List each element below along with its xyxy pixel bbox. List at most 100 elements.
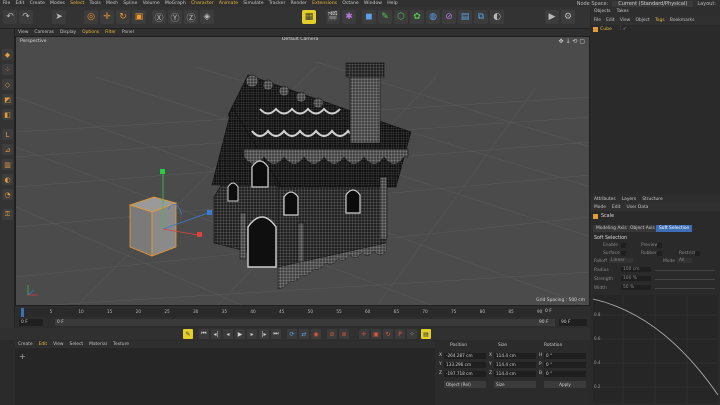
go-to-end-icon[interactable]: ⏭: [271, 329, 281, 339]
restrict-checkbox[interactable]: [695, 251, 700, 256]
menu-volume[interactable]: Volume: [140, 1, 162, 6]
key-selection-icon[interactable]: ⊛: [339, 329, 349, 339]
material-area[interactable]: +: [15, 348, 435, 405]
edges-mode-icon[interactable]: ◇: [2, 79, 13, 90]
go-to-start-icon[interactable]: ⏮: [199, 329, 209, 339]
radius-slider[interactable]: [655, 270, 715, 271]
viewport-menu-view[interactable]: View: [15, 30, 31, 35]
add-material-icon[interactable]: +: [19, 352, 26, 361]
camera-icon[interactable]: ⧉: [474, 10, 488, 24]
x-axis-icon[interactable]: Ⓧ: [152, 10, 166, 24]
subdivision-icon[interactable]: ⬡: [394, 10, 408, 24]
viewport[interactable]: Perspective Default Camera Grid Spacing …: [15, 36, 590, 306]
attribute-menu-edit[interactable]: Edit: [609, 205, 624, 210]
viewport-menu-panel[interactable]: Panel: [119, 30, 137, 35]
coord-size-select[interactable]: Size: [494, 381, 536, 388]
render-settings-icon[interactable]: ⚙: [561, 10, 575, 24]
loop-icon[interactable]: ⟳: [287, 329, 297, 339]
scale-key-icon[interactable]: ▣: [371, 329, 381, 339]
enable-axis-icon[interactable]: L: [2, 129, 13, 140]
menu-animate[interactable]: Animate: [216, 1, 240, 6]
menu-create[interactable]: Create: [27, 1, 47, 6]
snap-icon[interactable]: ⊿: [2, 144, 13, 155]
menu-select[interactable]: Select: [68, 1, 87, 6]
menu-mesh[interactable]: Mesh: [103, 1, 120, 6]
pos-z-field[interactable]: -197.718 cm: [444, 371, 486, 377]
material-menu-texture[interactable]: Texture: [110, 342, 132, 347]
strength-slider[interactable]: [655, 279, 715, 280]
menu-edit[interactable]: Edit: [13, 1, 27, 6]
menu-simulate[interactable]: Simulate: [241, 1, 267, 6]
viewport-nav-icons[interactable]: ✥ ↓ ⟲ ▢: [559, 38, 585, 45]
object-menu-object[interactable]: Object: [633, 18, 653, 23]
menu-help[interactable]: Help: [385, 1, 401, 6]
menu-tracker[interactable]: Tracker: [266, 1, 288, 6]
render-view-icon[interactable]: 🎬: [326, 10, 340, 24]
previous-frame-icon[interactable]: ◂: [223, 329, 233, 339]
menu-tools[interactable]: Tools: [87, 1, 104, 6]
scale-icon[interactable]: ▣: [132, 10, 146, 24]
menu-render[interactable]: Render: [288, 1, 310, 6]
preview-checkbox[interactable]: [657, 243, 662, 248]
light-icon[interactable]: ◐: [490, 10, 504, 24]
timeline-window-icon[interactable]: ▤: [421, 329, 431, 339]
object-menu-file[interactable]: File: [591, 18, 604, 23]
tab-structure[interactable]: Structure: [639, 197, 665, 202]
surface-checkbox[interactable]: [621, 251, 626, 256]
render-icon[interactable]: ✱: [342, 10, 356, 24]
layout-label[interactable]: Layout:: [697, 1, 716, 7]
cloner-icon[interactable]: ✿: [410, 10, 424, 24]
rot-h-field[interactable]: 0 °: [544, 353, 586, 359]
radius-field[interactable]: 100 cm: [621, 267, 651, 272]
preview-range[interactable]: 0 F: [55, 319, 555, 326]
size-x-field[interactable]: 114.4 cm: [494, 353, 536, 359]
rotation-key-icon[interactable]: ↻: [383, 329, 393, 339]
tab-layers[interactable]: Layers: [619, 197, 640, 202]
viewport-solo-icon[interactable]: ◔: [2, 189, 13, 200]
select-rect-icon[interactable]: ◎: [84, 10, 98, 24]
subtab-soft-selection[interactable]: Soft Selection: [656, 225, 693, 232]
menu-file[interactable]: File: [0, 1, 13, 6]
tab-objects[interactable]: Objects: [591, 9, 614, 14]
object-name[interactable]: Cube: [600, 27, 612, 32]
lock-icon[interactable]: ⚿: [2, 209, 13, 220]
point-level-icon[interactable]: ⁘: [407, 329, 417, 339]
autokey-icon[interactable]: ⊘: [327, 329, 337, 339]
uv-mode-icon[interactable]: ◧: [2, 109, 13, 120]
camera-label[interactable]: Default Camera: [282, 37, 318, 42]
object-menu-edit[interactable]: Edit: [604, 18, 618, 23]
menu-mograph[interactable]: MoGraph: [162, 1, 188, 6]
apply-button[interactable]: Apply: [544, 381, 586, 388]
pos-x-field[interactable]: -264.287 cm: [444, 353, 486, 359]
field-icon[interactable]: ⊘: [442, 10, 456, 24]
node-space-select[interactable]: Current (Standard/Physical): [612, 0, 694, 7]
menu-character[interactable]: Character: [188, 1, 216, 6]
tab-takes[interactable]: Takes: [614, 9, 632, 14]
clapper-icon[interactable]: ▶: [545, 10, 559, 24]
workplane-icon[interactable]: ▥: [2, 159, 13, 170]
cube-object-icon[interactable]: ◼: [362, 10, 376, 24]
material-menu-view[interactable]: View: [50, 342, 66, 347]
undo-icon[interactable]: ↶: [3, 10, 17, 24]
sound-icon[interactable]: ◉: [311, 329, 321, 339]
visibility-dots-icon[interactable]: ⁚ ✓: [620, 27, 627, 32]
object-row-cube[interactable]: Cube ⁚ ✓: [593, 27, 627, 32]
live-selection-icon[interactable]: ➤: [52, 10, 66, 24]
subtab-modeling-axis[interactable]: Modeling Axis: [593, 225, 630, 232]
timeline[interactable]: 051015202530354045505560657075808590 0 F…: [15, 306, 590, 328]
move-icon[interactable]: ✛: [100, 10, 114, 24]
mode-select[interactable]: All: [677, 258, 693, 263]
make-editable-icon[interactable]: ◆: [2, 49, 13, 60]
menu-spline[interactable]: Spline: [121, 1, 140, 6]
rotate-icon[interactable]: ↻: [116, 10, 130, 24]
falloff-graph[interactable]: 0.8 0.6 0.4 0.2: [592, 295, 719, 403]
position-key-icon[interactable]: ✛: [359, 329, 369, 339]
width-slider[interactable]: [655, 288, 715, 289]
viewport-menu-options[interactable]: Options: [79, 30, 102, 35]
play-icon[interactable]: ▶: [235, 329, 245, 339]
rot-p-field[interactable]: 0 °: [544, 362, 586, 368]
tab-attributes[interactable]: Attributes: [591, 197, 619, 202]
z-axis-icon[interactable]: Ⓩ: [184, 10, 198, 24]
coord-mode-select[interactable]: Object (Rel): [444, 381, 486, 388]
object-menu-view[interactable]: View: [617, 18, 633, 23]
